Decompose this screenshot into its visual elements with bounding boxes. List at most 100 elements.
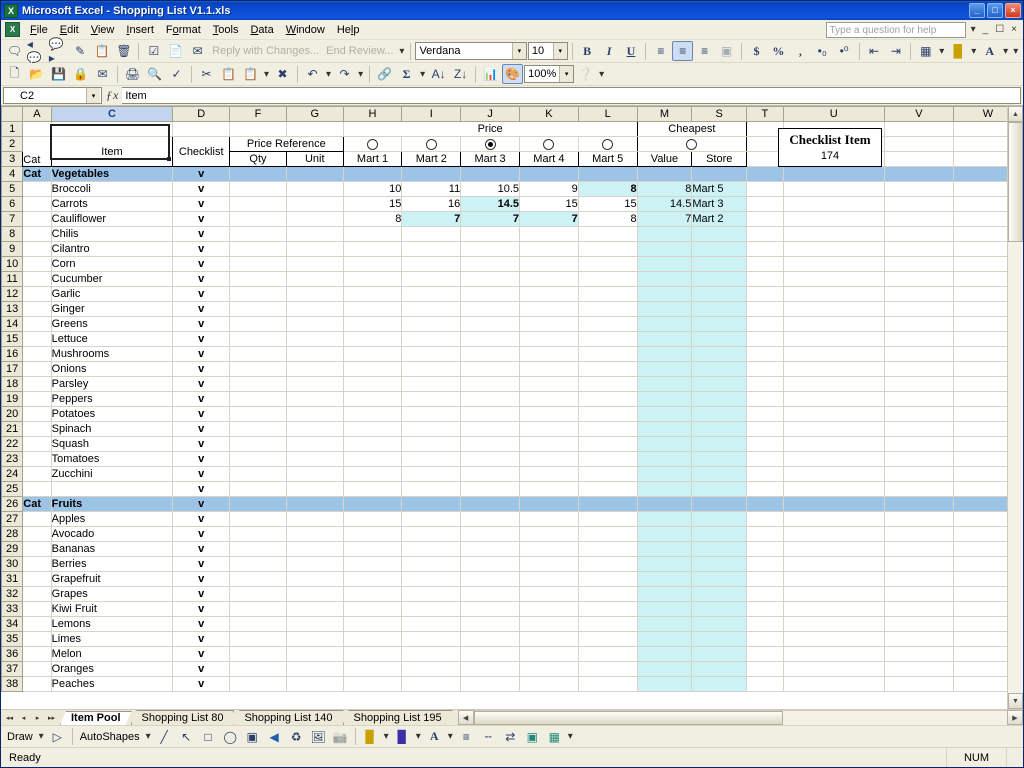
bold-button[interactable]: B [577,41,598,61]
font-color-icon[interactable]: A [424,727,445,747]
menu-tools[interactable]: Tools [207,22,245,38]
cell-C24[interactable]: Zucchini [51,466,174,482]
cell-A19[interactable] [22,391,52,407]
header-cheapest-store[interactable]: Store [691,151,748,167]
maximize-button[interactable]: □ [987,3,1003,18]
cell-cheapest-store-row37[interactable] [691,661,748,677]
cell-C1[interactable] [51,121,174,137]
cell-F29[interactable] [229,541,287,557]
cell-V13[interactable] [884,301,954,317]
formula-input[interactable]: Item [122,87,1021,104]
cell-U33[interactable] [783,601,885,617]
highlight-changes-icon[interactable]: ✎ [70,41,91,61]
cell-U26[interactable] [783,496,885,512]
cell-U25[interactable] [783,481,885,497]
cell-G33[interactable] [286,601,344,617]
doc-restore-button[interactable]: ☐ [993,24,1006,35]
cell-cheapest-value-row16[interactable] [637,346,693,362]
cell-T25[interactable] [746,481,784,497]
cell-mart1-row38[interactable] [343,676,403,692]
cell-V23[interactable] [884,451,954,467]
cell-V5[interactable] [884,181,954,197]
row-header-36[interactable]: 36 [1,646,24,662]
cell-G35[interactable] [286,631,344,647]
cell-V28[interactable] [884,526,954,542]
new-icon[interactable]: 🗋 [4,64,25,84]
cell-V36[interactable] [884,646,954,662]
header-mart-5[interactable]: Mart 5 [577,151,638,167]
row-header-20[interactable]: 20 [1,406,24,422]
cell-A34[interactable] [22,616,52,632]
row-header-23[interactable]: 23 [1,451,24,467]
percent-style-button[interactable]: % [768,41,789,61]
cell-mart3-row30[interactable] [460,556,520,572]
cell-A38[interactable] [22,676,52,692]
cell-G21[interactable] [286,421,344,437]
cell-A5[interactable] [22,181,52,197]
mart-5-radio-cell[interactable] [578,136,638,152]
cell-D27[interactable]: v [172,511,231,527]
cell-mart5-row37[interactable] [578,661,638,677]
cell-A22[interactable] [22,436,52,452]
reply-with-changes-label[interactable]: Reply with Changes... [209,45,322,57]
cell-U17[interactable] [783,361,885,377]
cell-mart3-row24[interactable] [460,466,520,482]
cell-U4[interactable] [783,166,885,182]
cell-D16[interactable]: v [172,346,231,362]
cell-C18[interactable]: Parsley [51,376,174,392]
select-objects-icon[interactable]: ▷ [47,727,68,747]
cell-mart2-row34[interactable] [401,616,462,632]
fill-color-dropdown-icon[interactable]: ▾ [382,731,391,742]
cell-U24[interactable] [783,466,885,482]
cell-cheapest-value-row8[interactable] [637,226,693,242]
cell-mart1-row17[interactable] [343,361,403,377]
cell-C17[interactable]: Onions [51,361,174,377]
cell-mart5-row21[interactable] [578,421,638,437]
cell-mart1-row9[interactable] [343,241,403,257]
header-mart-3[interactable]: Mart 3 [460,151,520,167]
chart-wizard-icon[interactable]: 📊 [480,64,501,84]
cell-cheapest-value-row26[interactable] [637,496,693,512]
cell-A21[interactable] [22,421,52,437]
picture-icon[interactable]: 📷 [330,727,351,747]
cell-mart4-row13[interactable] [519,301,579,317]
cell-V1[interactable] [884,121,954,137]
cell-mart1-row11[interactable] [343,271,403,287]
cell-mart5-row9[interactable] [578,241,638,257]
cell-V24[interactable] [884,466,954,482]
cell-mart5-row23[interactable] [578,451,638,467]
cell-mart2-row36[interactable] [401,646,462,662]
underline-button[interactable]: U [621,41,642,61]
cell-mart2-row18[interactable] [401,376,462,392]
row-header-6[interactable]: 6 [1,196,24,212]
row-header-5[interactable]: 5 [1,181,24,197]
menu-edit[interactable]: Edit [54,22,85,38]
line-color-dropdown-icon[interactable]: ▾ [414,731,423,742]
cell-mart5-row12[interactable] [578,286,638,302]
insert-comment-icon[interactable]: 📋 [92,41,113,61]
cell-cheapest-value-row17[interactable] [637,361,693,377]
track-changes-icon[interactable]: 📄 [165,41,186,61]
cell-A29[interactable] [22,541,52,557]
cell-V12[interactable] [884,286,954,302]
previous-comment-icon[interactable]: ◂💬 [26,37,47,65]
cell-F1[interactable] [229,121,287,137]
cell-mart2-row11[interactable] [401,271,462,287]
cell-C27[interactable]: Apples [51,511,174,527]
cell-V22[interactable] [884,436,954,452]
cell-V25[interactable] [884,481,954,497]
cell-mart4-row16[interactable] [519,346,579,362]
cell-T16[interactable] [746,346,784,362]
cell-C16[interactable]: Mushrooms [51,346,174,362]
cell-G26[interactable] [286,496,344,512]
increase-indent-icon[interactable]: ⇥ [885,41,906,61]
cell-V27[interactable] [884,511,954,527]
cell-mart5-row28[interactable] [578,526,638,542]
row-header-24[interactable]: 24 [1,466,24,482]
cell-T35[interactable] [746,631,784,647]
cell-V14[interactable] [884,316,954,332]
cell-mart3-row10[interactable] [460,256,520,272]
show-ink-annotations-icon[interactable]: ☑ [143,41,164,61]
cell-mart1-row35[interactable] [343,631,403,647]
column-header-L[interactable]: L [577,106,638,122]
